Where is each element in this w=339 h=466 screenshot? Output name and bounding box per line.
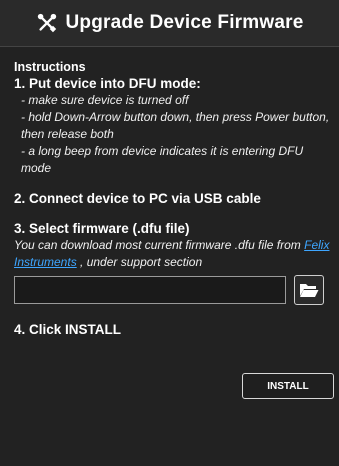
- step-1: 1. Put device into DFU mode: - make sure…: [14, 75, 330, 177]
- firmware-file-row: [14, 275, 330, 305]
- browse-folder-button[interactable]: [294, 275, 324, 305]
- title-bar: Upgrade Device Firmware: [0, 0, 339, 47]
- tools-icon: [37, 13, 56, 33]
- firmware-file-input[interactable]: [14, 276, 286, 304]
- instructions-panel: Instructions 1. Put device into DFU mode…: [14, 60, 330, 338]
- step-3-desc-after: , under support section: [76, 255, 203, 269]
- step-1-line-1: - make sure device is turned off: [21, 93, 189, 107]
- step-2: 2. Connect device to PC via USB cable: [14, 190, 330, 207]
- step-1-line-3: - a long beep from device indicates it i…: [21, 144, 304, 175]
- step-4-title: 4. Click INSTALL: [14, 322, 122, 337]
- step-3-desc-before: You can download most current firmware .…: [14, 238, 305, 252]
- step-1-description: - make sure device is turned off - hold …: [14, 92, 330, 177]
- firmware-upgrade-window: Upgrade Device Firmware Instructions 1. …: [0, 0, 339, 466]
- instructions-heading: Instructions: [14, 60, 86, 74]
- step-1-line-2: - hold Down-Arrow button down, then pres…: [21, 110, 330, 141]
- step-4: 4. Click INSTALL: [14, 321, 330, 338]
- step-3: 3. Select firmware (.dfu file) You can d…: [14, 220, 330, 305]
- step-3-description: You can download most current firmware .…: [14, 237, 330, 271]
- step-3-title: 3. Select firmware (.dfu file): [14, 221, 190, 236]
- step-1-title: 1. Put device into DFU mode:: [14, 76, 201, 91]
- install-button[interactable]: INSTALL: [242, 373, 334, 399]
- folder-open-icon: [300, 284, 319, 297]
- step-2-title: 2. Connect device to PC via USB cable: [14, 191, 261, 206]
- window-title: Upgrade Device Firmware: [65, 12, 304, 33]
